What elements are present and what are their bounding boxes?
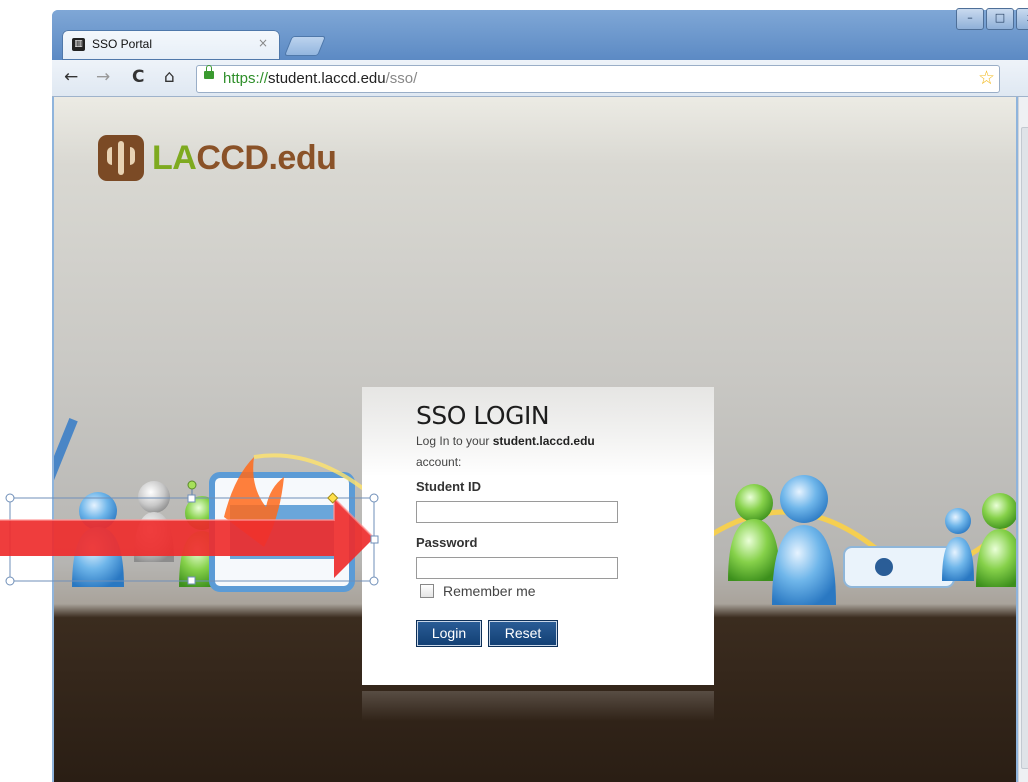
- resize-handle[interactable]: [5, 576, 15, 586]
- minimize-button[interactable]: –: [956, 8, 984, 30]
- login-button[interactable]: Login: [416, 620, 482, 647]
- url-host: student.laccd.edu: [268, 70, 386, 87]
- subtitle-domain: student.laccd.edu: [492, 434, 595, 448]
- person-blue-small-icon: [942, 508, 974, 581]
- student-id-input[interactable]: [416, 501, 618, 523]
- resize-handle[interactable]: [5, 493, 15, 503]
- back-icon[interactable]: ←: [64, 67, 78, 87]
- remember-me-row[interactable]: Remember me: [420, 583, 536, 599]
- resize-handle[interactable]: [370, 535, 379, 544]
- lock-icon: [204, 65, 214, 79]
- laccd-logo[interactable]: LACCD.edu: [98, 135, 337, 181]
- rotate-handle[interactable]: [187, 480, 197, 490]
- resize-handle[interactable]: [187, 494, 196, 503]
- close-tab-icon[interactable]: ×: [258, 36, 268, 50]
- tab-sso-portal[interactable]: ▥ SSO Portal ×: [62, 30, 280, 60]
- logo-rest: CCD.edu: [196, 138, 337, 177]
- page-viewport: LACCD.edu SSO LOGIN Log In to your stude…: [54, 97, 1016, 782]
- tab-title: SSO Portal: [92, 37, 153, 51]
- home-icon[interactable]: ⌂: [164, 67, 175, 87]
- subtitle-suffix: account:: [416, 455, 462, 469]
- pencil-icon: [54, 418, 78, 487]
- url-scheme: https://: [223, 70, 269, 87]
- resize-handle[interactable]: [187, 576, 196, 585]
- password-label: Password: [416, 535, 478, 550]
- annotation-arrow-overlay[interactable]: [0, 478, 380, 588]
- person-blue-right-icon: [772, 475, 836, 605]
- remember-me-label: Remember me: [443, 583, 536, 599]
- login-card-reflection: [362, 691, 714, 721]
- login-subtitle: Log In to your student.laccd.edu account:: [416, 431, 636, 473]
- resize-handle[interactable]: [369, 576, 379, 586]
- address-bar[interactable]: https://student.laccd.edu/sso/ ☆: [196, 65, 1000, 93]
- vertical-scrollbar[interactable]: [1018, 97, 1028, 782]
- favicon-icon: ▥: [72, 38, 85, 51]
- window-controls: – □ x: [956, 8, 1028, 30]
- url-text: https://student.laccd.edu/sso/: [223, 70, 417, 87]
- browser-toolbar: ← → C ⌂ https://student.laccd.edu/sso/ ☆…: [52, 60, 1028, 97]
- person-green-small-icon: [976, 493, 1016, 587]
- login-card: SSO LOGIN Log In to your student.laccd.e…: [362, 387, 714, 685]
- red-arrow-icon: [0, 498, 374, 578]
- url-path: /sso/: [385, 70, 418, 87]
- person-green-right-icon: [728, 484, 780, 581]
- reload-icon[interactable]: C: [132, 67, 144, 87]
- logo-la: LA: [152, 138, 197, 177]
- password-input[interactable]: [416, 557, 618, 579]
- wheat-logo-icon: [98, 135, 144, 181]
- scrollbar-thumb[interactable]: [1021, 127, 1028, 769]
- forward-icon[interactable]: →: [96, 67, 110, 87]
- logo-text: LACCD.edu: [152, 138, 337, 178]
- close-window-button[interactable]: x: [1016, 8, 1028, 30]
- maximize-button[interactable]: □: [986, 8, 1014, 30]
- bookmark-star-icon[interactable]: ☆: [978, 67, 995, 89]
- remember-me-checkbox[interactable]: [420, 584, 434, 598]
- login-title: SSO LOGIN: [416, 401, 550, 430]
- student-id-label: Student ID: [416, 479, 481, 494]
- resize-handle[interactable]: [369, 493, 379, 503]
- new-tab-button[interactable]: [283, 36, 327, 56]
- projector-icon: [843, 546, 955, 588]
- subtitle-prefix: Log In to your: [416, 434, 493, 448]
- reset-button[interactable]: Reset: [488, 620, 558, 647]
- tab-strip: ▥ SSO Portal × – □ x: [52, 8, 1028, 60]
- browser-window: ▥ SSO Portal × – □ x ← → C ⌂ https://stu…: [52, 8, 1028, 782]
